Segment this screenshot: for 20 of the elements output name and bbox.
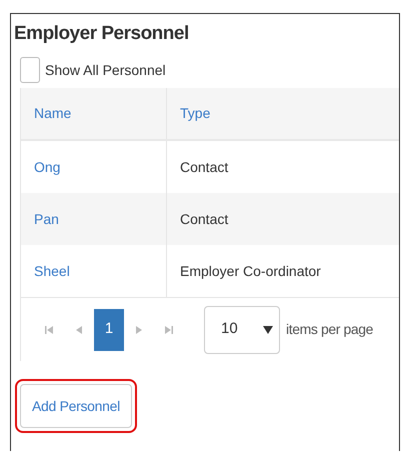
page-size-dropdown[interactable]: 10 xyxy=(204,306,280,354)
caret-icon xyxy=(263,326,273,334)
last-page-icon[interactable] xyxy=(165,324,173,334)
page-size-label: items per page xyxy=(286,320,374,339)
first-page-icon[interactable] xyxy=(45,324,53,334)
column-header[interactable]: Type xyxy=(180,103,210,124)
name-link[interactable]: Pan xyxy=(34,208,59,230)
table-cell-text: Contact xyxy=(180,158,228,176)
next-page-icon[interactable] xyxy=(135,324,143,334)
column-header[interactable]: Name xyxy=(34,103,72,124)
page-button[interactable]: 1 xyxy=(94,308,124,350)
checkbox[interactable] xyxy=(20,57,40,83)
panel-title: Employer Personnel xyxy=(14,22,190,46)
table-cell-text: Contact xyxy=(180,210,228,228)
add-personnel-button[interactable]: Add Personnel xyxy=(20,384,132,428)
previous-page-icon[interactable] xyxy=(75,324,83,334)
table-cell-text: Employer Co-ordinator xyxy=(180,262,321,281)
checkbox-label: Show All Personnel xyxy=(45,60,166,80)
name-link[interactable]: Ong xyxy=(34,156,60,178)
name-link[interactable]: Sheel xyxy=(34,260,70,282)
